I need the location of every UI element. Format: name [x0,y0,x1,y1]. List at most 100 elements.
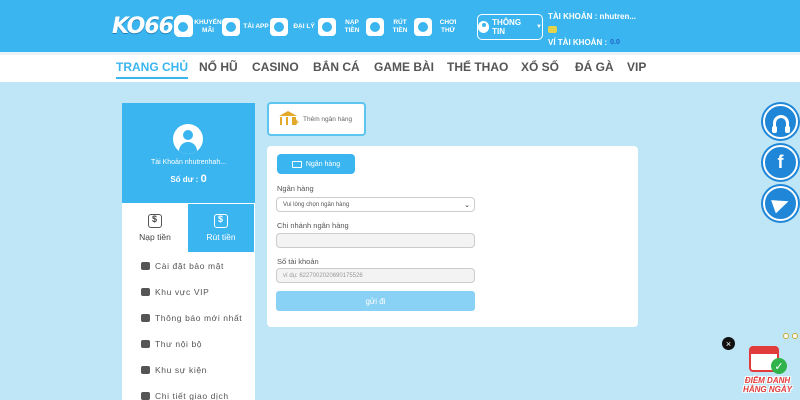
add-bank-label: Thêm ngân hàng [303,115,353,123]
sidebar-item-label: Cài đặt bảo mật [155,261,225,271]
sidebar-item-label: Thông báo mới nhất [155,313,243,323]
sidebar-item-inbox[interactable]: Thư nội bộ [122,331,255,357]
deposit-icon [318,18,336,36]
top-header: KO66 KHUYẾN MÃI TẢI APP ĐẠI LÝ NẠP TIỀN … [0,0,800,52]
bank-tab-label: Ngân hàng [305,160,341,168]
check-icon: ✓ [771,358,787,374]
tab-deposit[interactable]: Nạp tiền [122,204,188,252]
sidebar-item-label: Khu sự kiện [155,365,207,375]
gamenav-fishing[interactable]: BẮN CÁ [313,60,360,74]
daily-checkin-widget[interactable]: ✓ ĐIỂM DANH HẰNG NGÀY [735,346,800,400]
topnav-label: RÚT TIỀN [392,19,408,34]
gamenav-home[interactable]: TRANG CHỦ [116,60,188,79]
trophy-icon [141,366,150,374]
withdraw-form: Ngân hàng Ngân hàng Vui lòng chọn ngân h… [267,146,638,327]
info-button-label: THÔNG TIN [492,18,522,36]
sidebar-item-security[interactable]: Cài đặt bảo mật [122,253,255,279]
telegram-button[interactable] [763,186,798,221]
gamenav-slots[interactable]: NỔ HŨ [199,60,238,74]
avatar [173,124,203,154]
bank-select[interactable]: Vui lòng chọn ngân hàng ⌄ [276,197,475,212]
crown-icon [141,288,150,296]
headset-icon [771,114,790,133]
sidebar-item-label: Khu vực VIP [155,287,210,297]
bank-tab[interactable]: Ngân hàng [277,154,355,174]
chevron-down-icon: ⌄ [464,201,470,209]
megaphone-icon [141,314,150,322]
tab-label: Rút tiền [206,232,236,242]
sidebar-menu: Cài đặt bảo mật Khu vực VIP Thông báo mớ… [122,253,255,400]
topnav-label: KHUYẾN MÃI [194,19,222,34]
topnav-label: TẢI APP [243,23,269,30]
bank-card-icon [291,160,302,168]
facebook-button[interactable]: f [763,145,798,180]
facebook-icon: f [777,152,784,172]
close-icon[interactable]: × [722,337,735,350]
account-label: TÀI KHOẢN : nhutren... [548,12,636,21]
sidebar-item-notifications[interactable]: Thông báo mới nhất [122,305,255,331]
gamenav-lottery[interactable]: XỔ SỐ [521,60,559,74]
gamenav-sports[interactable]: THỂ THAO [447,60,508,74]
sidebar-item-transactions[interactable]: Chi tiết giao dịch [122,383,255,400]
game-nav: TRANG CHỦ NỔ HŨ CASINO BẮN CÁ GAME BÀI T… [0,52,800,82]
topnav-withdraw[interactable]: RÚT TIỀN [366,14,414,40]
mail-icon [141,340,150,348]
add-bank-button[interactable]: + Thêm ngân hàng [267,102,366,136]
pagination-dots [783,333,798,339]
download-app-icon [222,18,240,36]
sidebar-item-label: Chi tiết giao dịch [155,390,229,400]
deposit-icon [148,214,162,228]
receipt-icon [141,392,150,400]
top-nav: KHUYẾN MÃI TẢI APP ĐẠI LÝ NẠP TIỀN RÚT T… [174,14,462,40]
checkin-label: ĐIỂM DANH HẰNG NGÀY [735,376,800,394]
coin-icon [548,26,557,33]
user-icon [478,21,490,33]
support-button[interactable] [763,104,798,139]
agent-icon [270,18,288,36]
wallet-label: VÍ TÀI KHOẢN : [548,38,608,47]
profile-card: Tài Khoản nhutrenhah... Số dư : 0 [122,103,255,203]
gamenav-casino[interactable]: CASINO [252,60,299,74]
branch-field-label: Chi nhánh ngân hàng [277,221,349,230]
topnav-label: CHƠI THỬ [439,19,457,34]
bank-field-label: Ngân hàng [277,184,314,193]
topnav-trial-play[interactable]: CHƠI THỬ [414,14,462,40]
account-name: Tài Khoản nhutrenhah... [150,159,227,166]
tab-withdraw[interactable]: Rút tiền [188,204,254,252]
checkin-label-line2: HẰNG NGÀY [743,385,792,394]
balance-label: Số dư : [170,175,199,184]
user-lock-icon [141,262,150,270]
account-summary: TÀI KHOẢN : nhutren... VÍ TÀI KHOẢN : 0.… [548,10,636,49]
topnav-agent[interactable]: ĐẠI LÝ [270,14,318,40]
telegram-icon [770,194,791,213]
gamenav-cockfight[interactable]: ĐÁ GÀ [575,60,614,74]
dot[interactable] [783,333,789,339]
chevron-down-icon: ▼ [536,24,542,30]
gamenav-card-games[interactable]: GAME BÀI [374,60,434,74]
sidebar-item-vip[interactable]: Khu vực VIP [122,279,255,305]
bank-select-value: Vui lòng chọn ngân hàng [283,201,350,208]
withdraw-icon [214,214,228,228]
logo-text: KO66 [112,13,174,39]
balance-value: 0 [200,173,207,185]
sidebar-item-label: Thư nội bộ [155,339,203,349]
topnav-promotions[interactable]: KHUYẾN MÃI [174,14,222,40]
topnav-deposit[interactable]: NẠP TIỀN [318,14,366,40]
gamenav-vip[interactable]: VIP [627,60,646,74]
submit-button[interactable]: gửi đi [276,291,475,311]
account-number-input[interactable]: ví dụ: 6227002020690175526 [276,268,475,283]
withdraw-icon [366,18,384,36]
trial-play-icon [414,18,432,36]
checkin-label-line1: ĐIỂM DANH [744,376,791,385]
branch-input[interactable] [276,233,475,248]
dot[interactable] [792,333,798,339]
balance: Số dư : 0 [122,173,255,185]
wallet-value: 0.0 [610,39,620,46]
tab-label: Nạp tiền [139,232,171,242]
topnav-download-app[interactable]: TẢI APP [222,14,270,40]
topnav-label: NẠP TIỀN [344,19,360,34]
info-dropdown-button[interactable]: THÔNG TIN ▼ [477,14,543,40]
topnav-label: ĐẠI LÝ [293,23,315,30]
bank-add-icon: + [279,111,299,127]
sidebar-item-events[interactable]: Khu sự kiện [122,357,255,383]
